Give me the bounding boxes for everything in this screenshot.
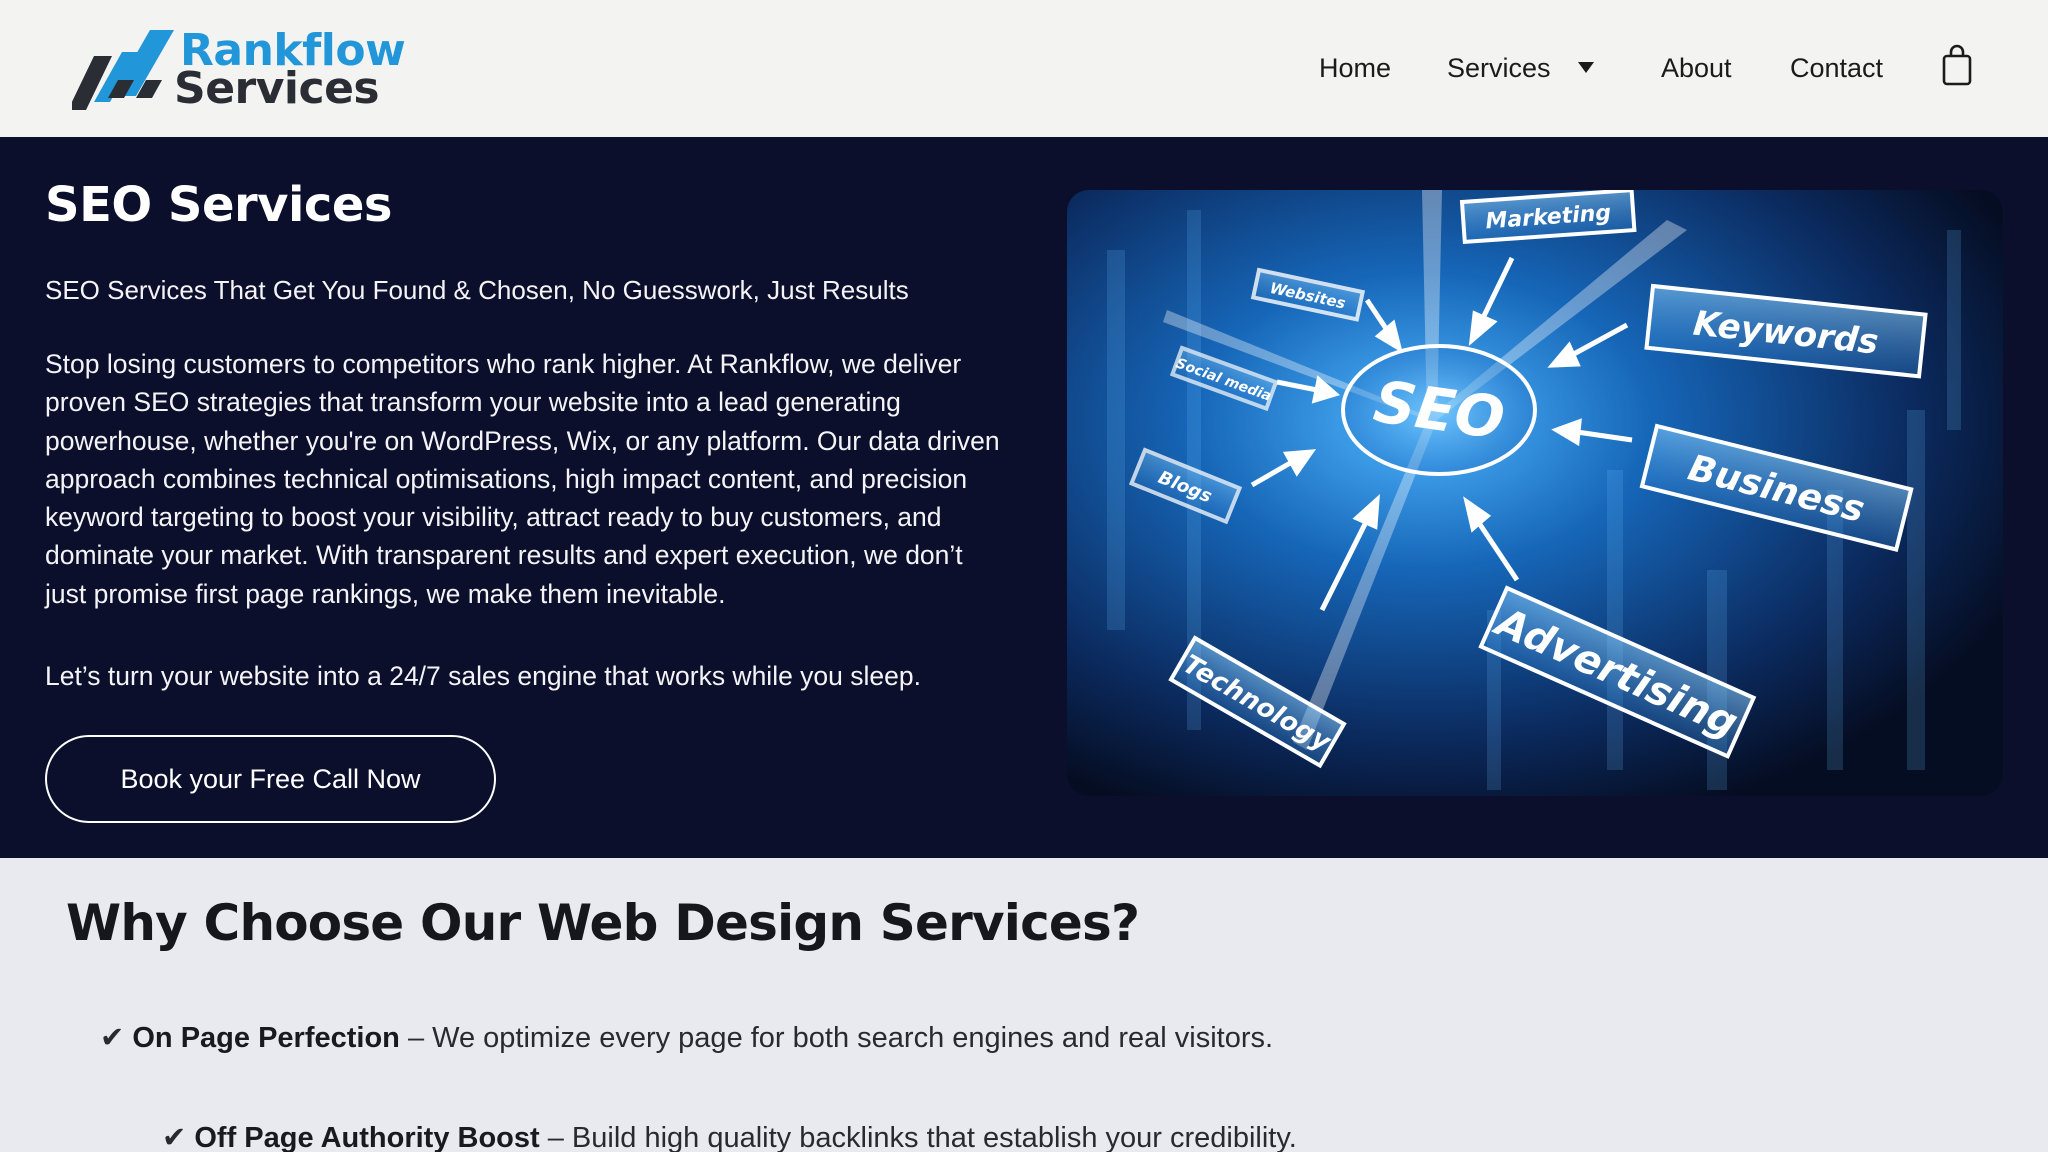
hero-subtitle: SEO Services That Get You Found & Chosen…	[45, 275, 909, 305]
seo-diagram-graphic: SEO Marketing Websites Social media Blog…	[1067, 190, 2003, 796]
list-item-heading: Off Page Authority Boost	[194, 1122, 540, 1152]
hero-closing: Let’s turn your website into a 24/7 sale…	[45, 661, 921, 691]
list-item-text: – Build high quality backlinks that esta…	[539, 1122, 1297, 1152]
hero-section: SEO Services SEO Services That Get You F…	[0, 137, 2048, 858]
book-call-button[interactable]: Book your Free Call Now	[45, 735, 496, 823]
site-header: Rankflow Services Home Services About Co…	[0, 0, 2048, 137]
caret-down-icon[interactable]	[1578, 62, 1594, 73]
shopping-bag-icon[interactable]	[1942, 44, 1972, 86]
list-item: ✔ Off Page Authority Boost – Build high …	[162, 1120, 1297, 1152]
list-item: ✔ On Page Perfection – We optimize every…	[100, 1020, 1273, 1056]
brand-logo[interactable]: Rankflow Services	[72, 26, 406, 116]
hero-description: Stop losing customers to competitors who…	[45, 349, 1000, 609]
nav-home[interactable]: Home	[1319, 52, 1391, 84]
check-icon: ✔	[162, 1122, 187, 1152]
page-title: SEO Services	[45, 177, 393, 233]
seo-illustration: SEO Marketing Websites Social media Blog…	[1067, 190, 2003, 796]
slash-stripes-icon	[72, 30, 174, 110]
list-item-heading: On Page Perfection	[132, 1022, 400, 1054]
list-item-text: – We optimize every page for both search…	[399, 1022, 1274, 1054]
nav-services[interactable]: Services	[1447, 52, 1551, 84]
nav-contact[interactable]: Contact	[1790, 52, 1883, 84]
why-section-title: Why Choose Our Web Design Services?	[66, 894, 1140, 952]
brand-name-line2: Services	[174, 63, 380, 114]
nav-about[interactable]: About	[1661, 52, 1732, 84]
check-icon: ✔	[100, 1022, 125, 1054]
